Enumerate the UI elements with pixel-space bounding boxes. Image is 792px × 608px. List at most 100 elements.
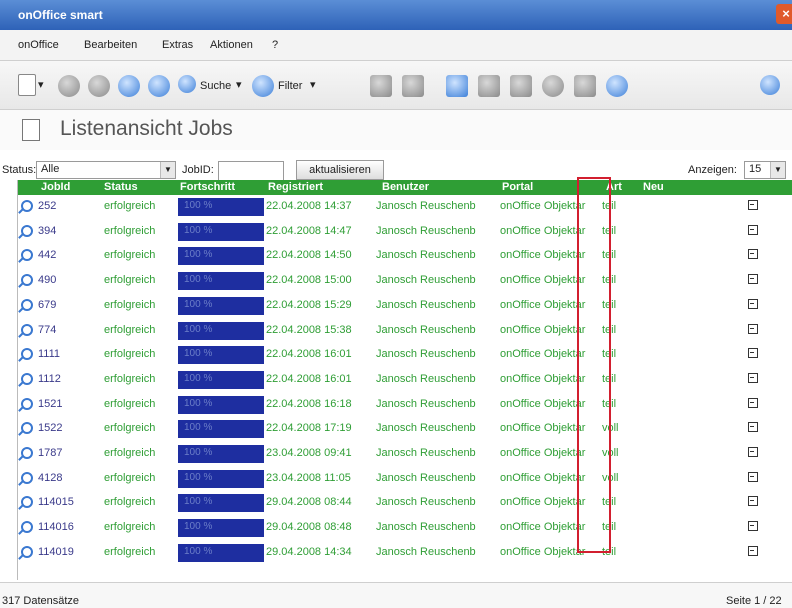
print-icon[interactable] xyxy=(370,75,392,97)
edit-icon[interactable] xyxy=(748,447,758,457)
table-row[interactable]: 394 erfolgreich 100 % 22.04.2008 14:47 Janos… xyxy=(18,220,792,244)
cell-jobid[interactable]: 114016 xyxy=(38,521,74,533)
edit-icon[interactable] xyxy=(748,397,758,408)
table-row[interactable]: 679 erfolgreich 100 % 22.04.2008 15:29 Janos… xyxy=(18,294,792,318)
column-header-new[interactable]: Neu xyxy=(643,181,664,193)
chevron-down-icon[interactable]: ▼ xyxy=(770,162,785,178)
cell-jobid[interactable]: 774 xyxy=(38,324,56,336)
clock-icon[interactable] xyxy=(542,75,564,97)
cell-jobid[interactable]: 679 xyxy=(38,299,56,311)
show-select[interactable]: 15 ▼ xyxy=(744,161,786,179)
tasks-icon[interactable] xyxy=(574,75,596,97)
menu-bearbeiten[interactable]: Bearbeiten xyxy=(84,39,137,51)
cell-jobid[interactable]: 4128 xyxy=(38,472,62,484)
edit-icon[interactable] xyxy=(748,372,758,383)
cell-jobid[interactable]: 1521 xyxy=(38,398,62,410)
edit-icon[interactable] xyxy=(748,348,758,359)
jobid-input[interactable] xyxy=(218,161,284,181)
magnifier-icon[interactable] xyxy=(21,496,33,509)
column-header-progress[interactable]: Fortschritt xyxy=(180,181,235,193)
cell-jobid[interactable]: 1112 xyxy=(38,373,61,385)
new-document-icon[interactable] xyxy=(18,74,36,96)
edit-icon[interactable] xyxy=(748,200,758,210)
table-row[interactable]: 1521 erfolgreich 100 % 22.04.2008 16:18 Jano… xyxy=(18,393,792,417)
table-row[interactable]: 442 erfolgreich 100 % 22.04.2008 14:50 Janos… xyxy=(18,244,792,268)
edit-icon[interactable] xyxy=(748,545,758,556)
magnifier-icon[interactable] xyxy=(21,200,33,212)
forward-icon[interactable] xyxy=(118,75,140,97)
filter-button[interactable]: Filter xyxy=(278,80,302,92)
cell-jobid[interactable]: 114015 xyxy=(38,496,74,508)
back-icon[interactable] xyxy=(58,75,80,97)
close-icon[interactable]: × xyxy=(776,4,792,24)
column-header-portal[interactable]: Portal xyxy=(502,181,533,193)
table-row[interactable]: 1787 erfolgreich 100 % 23.04.2008 09:41 Jano… xyxy=(18,442,792,466)
magnifier-icon[interactable] xyxy=(21,249,33,262)
cell-jobid[interactable]: 252 xyxy=(38,200,56,212)
search-button[interactable]: Suche xyxy=(200,80,231,92)
mail-icon[interactable] xyxy=(510,75,532,97)
magnifier-icon[interactable] xyxy=(21,422,33,435)
column-header-user[interactable]: Benutzer xyxy=(382,181,429,193)
column-header-jobid[interactable]: JobId xyxy=(41,181,70,193)
menu-aktionen[interactable]: Aktionen xyxy=(210,39,253,51)
magnifier-icon[interactable] xyxy=(21,397,33,410)
dropdown-arrow-icon[interactable]: ▾ xyxy=(38,78,44,91)
edit-icon[interactable] xyxy=(748,471,758,482)
cell-jobid[interactable]: 1787 xyxy=(38,447,62,459)
edit-icon[interactable] xyxy=(748,521,758,532)
table-row[interactable]: 774 erfolgreich 100 % 22.04.2008 15:38 Janos… xyxy=(18,319,792,343)
status-select[interactable]: Alle ▼ xyxy=(36,161,176,179)
edit-icon[interactable] xyxy=(748,422,758,433)
tools-icon[interactable] xyxy=(402,75,424,97)
chevron-down-icon[interactable]: ▼ xyxy=(160,162,175,178)
magnifier-icon[interactable] xyxy=(21,447,33,459)
magnifier-icon[interactable] xyxy=(21,323,33,336)
edit-icon[interactable] xyxy=(748,274,758,285)
edit-icon[interactable] xyxy=(748,249,758,260)
cell-jobid[interactable]: 1522 xyxy=(38,422,62,434)
table-row[interactable]: 114015 erfolgreich 100 % 29.04.2008 08:44 Ja… xyxy=(18,491,792,515)
magnifier-icon[interactable] xyxy=(21,348,33,361)
globe-icon[interactable] xyxy=(606,75,628,97)
search-dropdown-icon[interactable]: ▾ xyxy=(236,78,242,91)
column-header-registered[interactable]: Registriert xyxy=(268,181,323,193)
edit-icon[interactable] xyxy=(748,298,758,309)
table-row[interactable]: 114016 erfolgreich 100 % 29.04.2008 08:48 Ja… xyxy=(18,516,792,540)
magnifier-icon[interactable] xyxy=(21,274,33,287)
refresh-icon[interactable] xyxy=(148,75,170,97)
cell-jobid[interactable]: 114019 xyxy=(38,546,74,558)
info-icon[interactable] xyxy=(760,75,780,95)
filter-dropdown-icon[interactable]: ▾ xyxy=(310,78,316,91)
table-row[interactable]: 4128 erfolgreich 100 % 23.04.2008 11:05 Jano… xyxy=(18,467,792,491)
magnifier-icon[interactable] xyxy=(21,521,33,534)
table-row[interactable]: 114019 erfolgreich 100 % 29.04.2008 14:34 Ja… xyxy=(18,541,792,565)
settings-icon[interactable] xyxy=(446,75,468,97)
menu-help[interactable]: ? xyxy=(272,39,278,51)
column-header-status[interactable]: Status xyxy=(104,181,138,193)
cell-jobid[interactable]: 442 xyxy=(38,249,56,261)
cell-jobid[interactable]: 490 xyxy=(38,274,56,286)
menu-extras[interactable]: Extras xyxy=(162,39,193,51)
cell-jobid[interactable]: 394 xyxy=(38,225,56,237)
magnifier-icon[interactable] xyxy=(21,471,33,484)
magnifier-icon[interactable] xyxy=(21,298,33,311)
users-icon[interactable] xyxy=(478,75,500,97)
menu-onoffice[interactable]: onOffice xyxy=(18,39,59,51)
filter-icon[interactable] xyxy=(252,75,274,97)
table-row[interactable]: 252 erfolgreich 100 % 22.04.2008 14:37 Janos… xyxy=(18,195,792,219)
cell-jobid[interactable]: 1111 xyxy=(38,348,60,360)
table-row[interactable]: 1111 erfolgreich 100 % 22.04.2008 16:01 Jano… xyxy=(18,343,792,367)
table-row[interactable]: 1112 erfolgreich 100 % 22.04.2008 16:01 Jano… xyxy=(18,368,792,392)
magnifier-icon[interactable] xyxy=(21,224,33,237)
edit-icon[interactable] xyxy=(748,496,758,507)
edit-icon[interactable] xyxy=(748,323,758,334)
edit-icon[interactable] xyxy=(748,224,758,235)
stop-icon[interactable] xyxy=(88,75,110,97)
table-row[interactable]: 490 erfolgreich 100 % 22.04.2008 15:00 Janos… xyxy=(18,269,792,293)
magnifier-icon[interactable] xyxy=(21,545,33,558)
search-icon[interactable] xyxy=(178,75,196,93)
table-row[interactable]: 1522 erfolgreich 100 % 22.04.2008 17:19 Jano… xyxy=(18,417,792,441)
refresh-button[interactable]: aktualisieren xyxy=(296,160,384,180)
magnifier-icon[interactable] xyxy=(21,372,33,385)
